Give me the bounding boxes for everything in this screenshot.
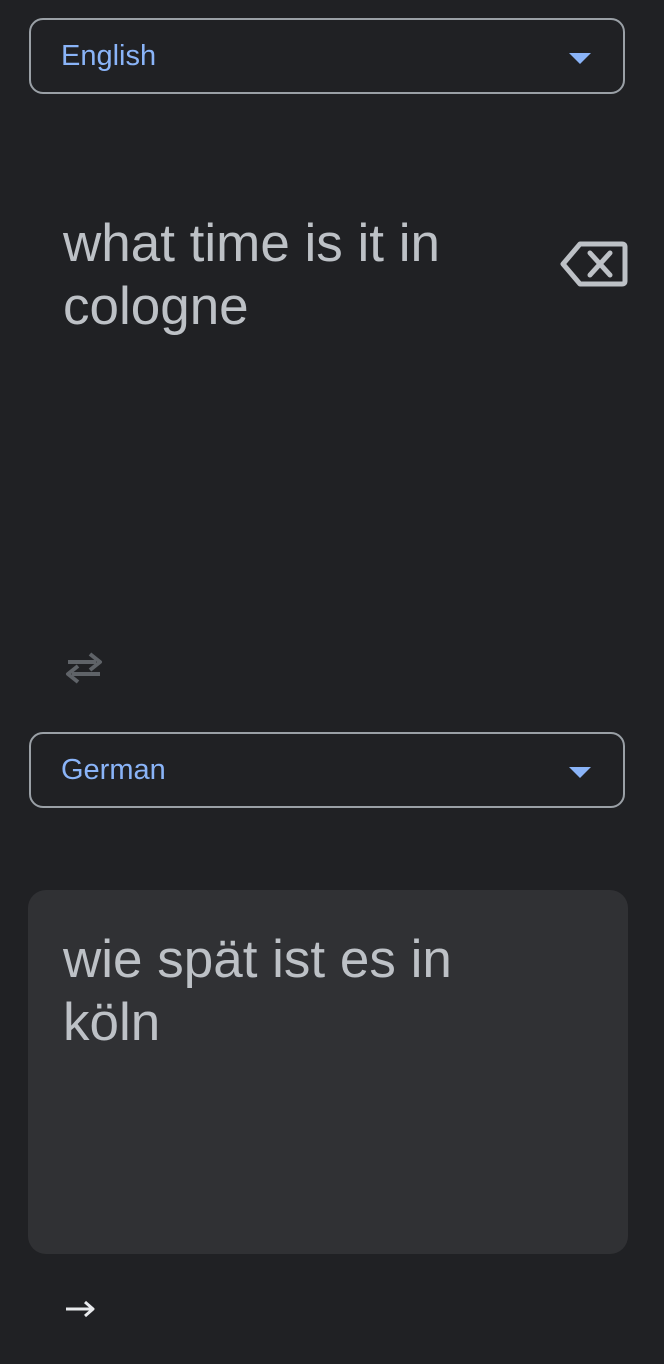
open-translate-button[interactable]	[62, 1292, 98, 1326]
backspace-clear-icon	[560, 241, 628, 287]
target-language-select[interactable]: German	[29, 732, 625, 808]
swap-languages-icon	[66, 652, 102, 684]
translation-result-card: wie spät ist es in köln	[28, 890, 628, 1254]
target-language-label: German	[61, 753, 166, 786]
source-language-label: English	[61, 39, 157, 72]
chevron-down-icon	[569, 767, 591, 778]
translation-result-text: wie spät ist es in köln	[63, 930, 452, 1052]
swap-languages-button[interactable]	[60, 648, 108, 688]
clear-text-button[interactable]	[560, 240, 628, 288]
chevron-down-icon	[569, 53, 591, 64]
arrow-right-icon	[66, 1300, 95, 1318]
source-text-input[interactable]: what time is it in cologne	[63, 212, 533, 338]
source-language-select[interactable]: English	[29, 18, 625, 94]
translate-widget: English what time is it in cologne Germa…	[0, 0, 664, 1364]
